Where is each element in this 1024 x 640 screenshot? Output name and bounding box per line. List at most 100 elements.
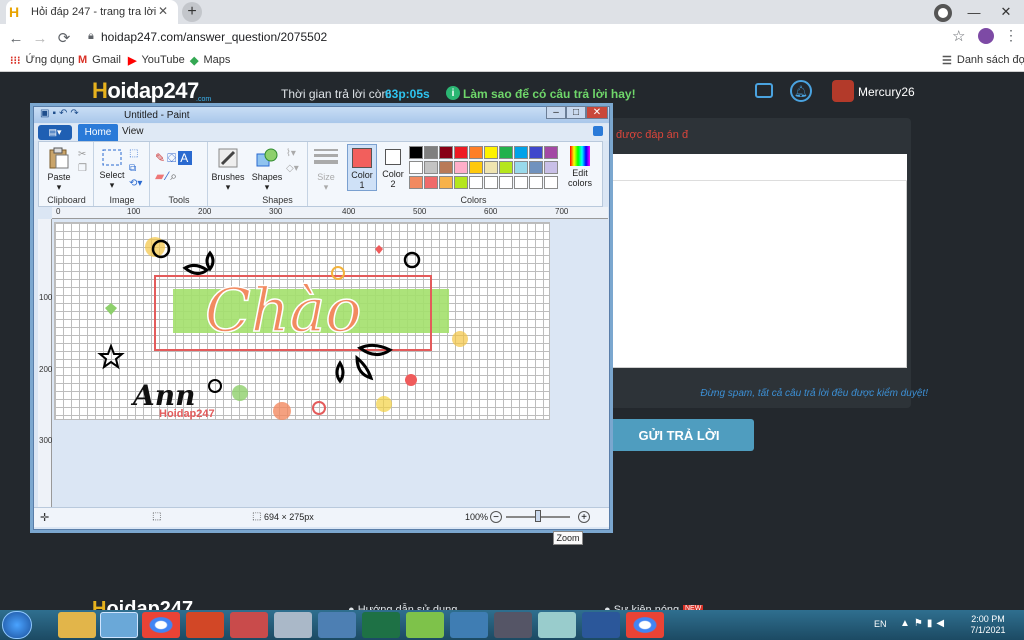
answer-editor[interactable] <box>612 154 907 368</box>
fill-icon[interactable]: ⛋ <box>167 151 178 165</box>
palette-swatch[interactable] <box>484 176 498 189</box>
palette-swatch[interactable] <box>499 176 513 189</box>
eraser-icon[interactable]: ▰ <box>155 169 166 183</box>
palette-swatch[interactable] <box>409 161 423 174</box>
quick-access-toolbar[interactable]: ▣▪↶↷ <box>40 108 110 121</box>
zoom-slider-handle[interactable] <box>535 510 541 522</box>
palette-swatch[interactable] <box>529 161 543 174</box>
taskbar-app3-icon[interactable] <box>406 612 444 638</box>
taskbar-calculator-icon[interactable] <box>274 612 312 638</box>
palette-swatch[interactable] <box>469 176 483 189</box>
lock-icon[interactable]: 🔒︎ <box>88 30 94 43</box>
notification-bell-icon[interactable]: 🔔︎ <box>790 80 812 102</box>
palette-swatch[interactable] <box>469 161 483 174</box>
taskbar-paint-icon[interactable] <box>100 612 138 638</box>
palette-swatch[interactable] <box>514 161 528 174</box>
palette-swatch[interactable] <box>439 161 453 174</box>
submit-answer-button[interactable]: GỬI TRẢ LỜI <box>604 419 754 451</box>
palette-swatch[interactable] <box>544 161 558 174</box>
palette-swatch[interactable] <box>484 146 498 159</box>
palette-swatch[interactable] <box>424 146 438 159</box>
edit-colors-button[interactable]: Edit colors <box>563 144 597 188</box>
shapes-button[interactable]: Shapes ▾ <box>250 146 284 193</box>
tray-icons[interactable]: ▲⚑▮◀ <box>900 618 948 629</box>
paint-canvas[interactable]: Chào Ann Hoidap247 <box>54 222 550 420</box>
bookmark-youtube[interactable]: ▶ YouTube <box>128 52 185 68</box>
select-button[interactable]: Select ▾ <box>97 148 127 191</box>
palette-swatch[interactable] <box>469 146 483 159</box>
palette-swatch[interactable] <box>499 146 513 159</box>
magnifier-icon[interactable]: ⌕ <box>170 169 179 183</box>
color2-button[interactable]: Color 2 <box>379 144 407 189</box>
user-avatar[interactable] <box>832 80 854 102</box>
palette-swatch[interactable] <box>514 146 528 159</box>
palette-swatch[interactable] <box>409 146 423 159</box>
reload-icon[interactable]: ⟳ <box>54 28 74 48</box>
tab-home[interactable]: Home <box>78 124 118 141</box>
new-tab-button[interactable]: + <box>182 2 202 22</box>
chrome-profile-icon[interactable] <box>934 4 952 22</box>
site-logo[interactable]: Hoidap247 <box>92 78 199 104</box>
palette-swatch[interactable] <box>514 176 528 189</box>
tab-view[interactable]: View <box>122 126 144 137</box>
palette-swatch[interactable] <box>409 176 423 189</box>
clock[interactable]: 2:00 PM 7/1/2021 <box>963 614 1013 636</box>
taskbar-app2-icon[interactable] <box>318 612 356 638</box>
bookmark-maps[interactable]: ◆ Maps <box>190 52 230 68</box>
close-window-button[interactable]: ✕ <box>988 0 1024 24</box>
taskbar-powerpoint-icon[interactable] <box>186 612 224 638</box>
pencil-icon[interactable]: ✎ <box>155 151 167 165</box>
taskbar-chrome-icon[interactable] <box>142 612 180 638</box>
crop-resize-rotate-icons[interactable]: ⬚ ⧉ ⟲▾ <box>129 146 142 191</box>
palette-swatch[interactable] <box>544 146 558 159</box>
tab-close-icon[interactable]: ✕ <box>158 4 168 18</box>
back-icon[interactable]: ← <box>6 28 26 48</box>
outline-fill-icons[interactable]: ⌇▾ ◇▾ <box>286 146 299 176</box>
taskbar-explorer-icon[interactable] <box>58 612 96 638</box>
answer-tip-link[interactable]: Làm sao để có câu trả lời hay! <box>463 87 636 101</box>
chrome-menu-icon[interactable]: ⋮ <box>1004 27 1018 44</box>
account-avatar[interactable] <box>978 28 994 44</box>
size-button[interactable]: Size ▾ <box>310 146 342 193</box>
reading-list[interactable]: ☰ Danh sách đọc <box>942 52 1024 68</box>
palette-swatch[interactable] <box>529 176 543 189</box>
help-icon[interactable] <box>593 126 603 136</box>
taskbar-mic-icon[interactable] <box>494 612 532 638</box>
bookmark-apps[interactable]: ⁝⁝⁝ Ứng dụng <box>10 52 75 68</box>
palette-swatch[interactable] <box>544 176 558 189</box>
paint-minimize-button[interactable]: – <box>546 106 566 119</box>
palette-swatch[interactable] <box>454 176 468 189</box>
palette-swatch[interactable] <box>424 161 438 174</box>
taskbar-app5-icon[interactable] <box>538 612 576 638</box>
forward-icon[interactable]: → <box>30 28 50 48</box>
brushes-button[interactable]: Brushes ▾ <box>210 146 246 193</box>
minimize-window-button[interactable]: — <box>960 0 988 24</box>
taskbar-chrome2-icon[interactable] <box>626 612 664 638</box>
palette-swatch[interactable] <box>529 146 543 159</box>
bookmark-gmail[interactable]: M Gmail <box>78 52 121 68</box>
text-tool-icon[interactable]: A <box>178 151 193 165</box>
user-name[interactable]: Mercury26 <box>858 85 915 99</box>
paste-button[interactable]: Paste ▾ <box>44 146 74 193</box>
cut-copy-icons[interactable]: ✂ ❐ <box>78 148 87 176</box>
tools-grid[interactable]: ✎⛋ A ▰⁄⌕ <box>155 149 193 185</box>
taskbar-app-icon[interactable] <box>230 612 268 638</box>
taskbar-excel-icon[interactable] <box>362 612 400 638</box>
paint-maximize-button[interactable]: □ <box>566 106 586 119</box>
palette-swatch[interactable] <box>439 146 453 159</box>
language-indicator[interactable]: EN <box>874 619 887 629</box>
paint-file-menu-button[interactable]: ▤▾ <box>38 125 72 140</box>
palette-swatch[interactable] <box>499 161 513 174</box>
zoom-in-button[interactable]: + <box>578 511 590 523</box>
taskbar-word-icon[interactable] <box>582 612 620 638</box>
palette-swatch[interactable] <box>454 146 468 159</box>
start-button[interactable] <box>2 611 32 639</box>
palette-swatch[interactable] <box>484 161 498 174</box>
palette-swatch[interactable] <box>454 161 468 174</box>
color1-button[interactable]: Color 1 <box>347 144 377 191</box>
paint-close-button[interactable]: ✕ <box>586 106 608 119</box>
taskbar-app4-icon[interactable] <box>450 612 488 638</box>
palette-swatch[interactable] <box>439 176 453 189</box>
zoom-out-button[interactable]: − <box>490 511 502 523</box>
bookmark-star-icon[interactable]: ☆ <box>952 27 965 45</box>
